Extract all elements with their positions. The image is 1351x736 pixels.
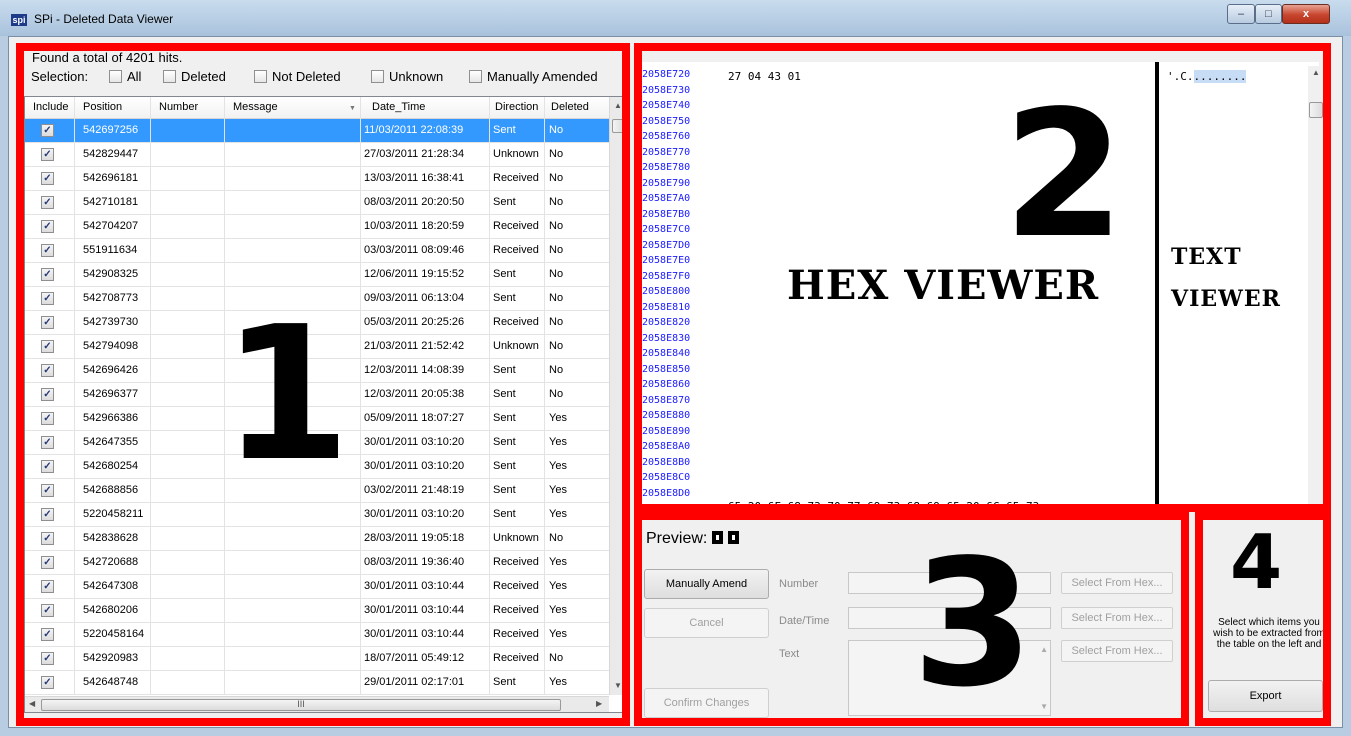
annotation-number-2: 2: [1003, 74, 1125, 277]
hex-viewer-caption: HEX VIEWER: [787, 262, 1100, 309]
annotation-number-1: 1: [222, 286, 351, 502]
title-bar[interactable]: spi SPi - Deleted Data Viewer – □ x: [0, 0, 1351, 36]
annotation-number-3: 3: [912, 523, 1034, 726]
app-icon: spi: [11, 14, 27, 26]
window-title: SPi - Deleted Data Viewer: [34, 12, 174, 26]
text-viewer-caption-1: TEXT: [1171, 244, 1242, 270]
annotation-number-4: 4: [1230, 518, 1283, 606]
application-window: spi SPi - Deleted Data Viewer – □ x Foun…: [0, 0, 1351, 736]
maximize-button[interactable]: □: [1255, 4, 1282, 24]
minimize-button[interactable]: –: [1227, 4, 1255, 24]
close-button[interactable]: x: [1282, 4, 1330, 24]
text-viewer-caption-2: VIEWER: [1171, 286, 1281, 312]
